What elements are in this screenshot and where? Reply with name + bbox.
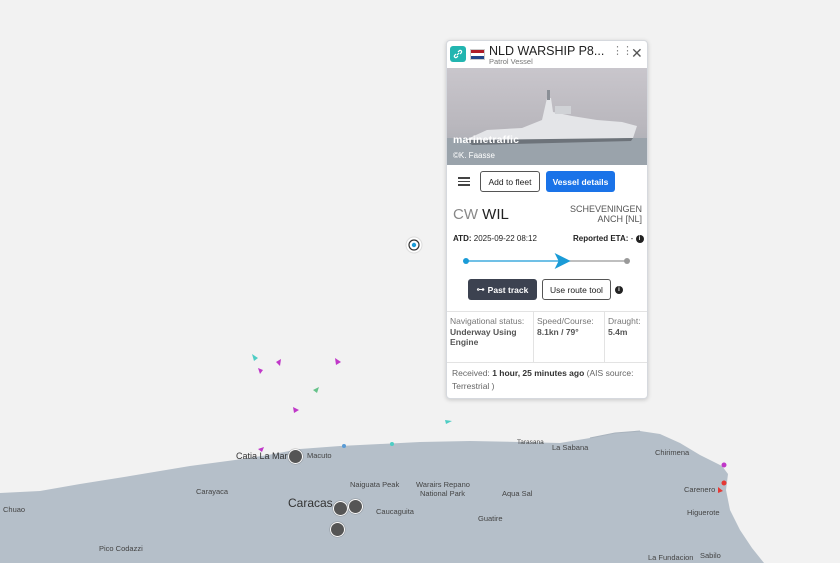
map-label: National Park xyxy=(420,489,466,498)
origin-port: CW WIL xyxy=(453,206,509,223)
port-icon[interactable] xyxy=(333,501,348,516)
origin-port-code: WIL xyxy=(482,206,509,223)
map-label: Warairs Repano xyxy=(416,480,470,489)
eta-label: Reported ETA: xyxy=(573,234,629,243)
past-track-label: Past track xyxy=(487,284,529,295)
selected-vessel-marker xyxy=(405,236,423,254)
map-label: Tarasana xyxy=(517,439,544,446)
drag-handle-icon[interactable]: ⋮⋮ xyxy=(612,46,633,57)
photo-watermark: marinetraffic xyxy=(453,134,520,146)
draught-value: 5.4m xyxy=(608,327,628,337)
map-label: Catia La Mar xyxy=(236,451,288,461)
voyage-progress xyxy=(463,253,630,269)
speed-course-label: Speed/Course: xyxy=(537,316,594,326)
map-label: Macuto xyxy=(307,451,332,460)
nav-status: Navigational status: Underway Using Engi… xyxy=(447,312,534,362)
map-label: Sabilo xyxy=(700,551,721,560)
vessel-type: Patrol Vessel xyxy=(489,57,533,66)
flag-icon xyxy=(470,49,485,60)
eta-row: Reported ETA: - i xyxy=(573,234,644,243)
nav-status-label: Navigational status: xyxy=(450,316,525,326)
map-label: Higuerote xyxy=(687,508,720,517)
vessel-marker xyxy=(342,444,346,448)
map-label: Chirimena xyxy=(655,448,690,457)
eta-value: - xyxy=(630,234,634,243)
nav-status-value: Underway Using Engine xyxy=(450,327,517,347)
map-label: Caucaguita xyxy=(376,507,414,516)
map-canvas[interactable] xyxy=(0,0,840,563)
menu-icon[interactable] xyxy=(458,177,470,186)
map-label: Guatire xyxy=(478,514,503,523)
add-to-fleet-button[interactable]: Add to fleet xyxy=(480,171,540,192)
vessel-marker xyxy=(390,442,394,446)
vessel-popup: NLD WARSHIP P8... Patrol Vessel ⋮⋮ ✕ mar… xyxy=(446,40,648,399)
info-icon[interactable]: i xyxy=(615,286,623,294)
map-label: Pico Codazzi xyxy=(99,544,143,553)
draught-label: Draught: xyxy=(608,316,641,326)
vessel-stats: Navigational status: Underway Using Engi… xyxy=(447,311,647,363)
person-icon[interactable] xyxy=(330,522,345,537)
atd-value: 2025-09-22 08:12 xyxy=(473,234,537,243)
map-label: La Fundacion xyxy=(648,553,694,562)
port-icon[interactable] xyxy=(348,499,363,514)
info-icon[interactable]: i xyxy=(635,234,644,243)
vessel-details-button[interactable]: Vessel details xyxy=(546,171,615,192)
map-label: Naiguata Peak xyxy=(350,480,400,489)
map-label: Caracas xyxy=(288,496,333,510)
received-label: Received: xyxy=(452,368,490,378)
atd-label: ATD: xyxy=(453,234,472,243)
speed-course-value: 8.1kn / 79° xyxy=(537,327,579,337)
map-label: La Sabana xyxy=(552,443,589,452)
received-info: Received: 1 hour, 25 minutes ago (AIS so… xyxy=(452,367,644,392)
vessel-marker xyxy=(721,480,727,486)
vessel-marker xyxy=(721,462,727,468)
origin-country: CW xyxy=(453,206,478,223)
destination-port: SCHEVENINGEN ANCH [NL] xyxy=(569,204,642,224)
track-icon: ⊶ xyxy=(476,285,485,294)
close-icon[interactable]: ✕ xyxy=(631,45,643,62)
photo-credit: ©K. Faasse xyxy=(453,151,495,160)
past-track-button[interactable]: ⊶ Past track xyxy=(468,279,537,300)
map-label: Chuao xyxy=(3,505,26,514)
port-icon[interactable] xyxy=(288,449,303,464)
link-icon[interactable] xyxy=(450,46,466,62)
vessel-name: NLD WARSHIP P8... xyxy=(489,44,605,58)
vessel-photo[interactable]: marinetraffic ©K. Faasse xyxy=(447,68,647,165)
atd-row: ATD: 2025-09-22 08:12 xyxy=(453,234,537,243)
draught: Draught: 5.4m xyxy=(605,312,647,362)
popup-header: NLD WARSHIP P8... Patrol Vessel ⋮⋮ ✕ xyxy=(447,41,647,68)
speed-course: Speed/Course: 8.1kn / 79° xyxy=(534,312,605,362)
map-label: Carayaca xyxy=(196,487,229,496)
received-time: 1 hour, 25 minutes ago xyxy=(492,368,585,378)
map-label: Carenero xyxy=(684,485,716,494)
route-tool-button[interactable]: Use route tool xyxy=(542,279,611,300)
map-label: Aqua Sal xyxy=(502,489,533,498)
